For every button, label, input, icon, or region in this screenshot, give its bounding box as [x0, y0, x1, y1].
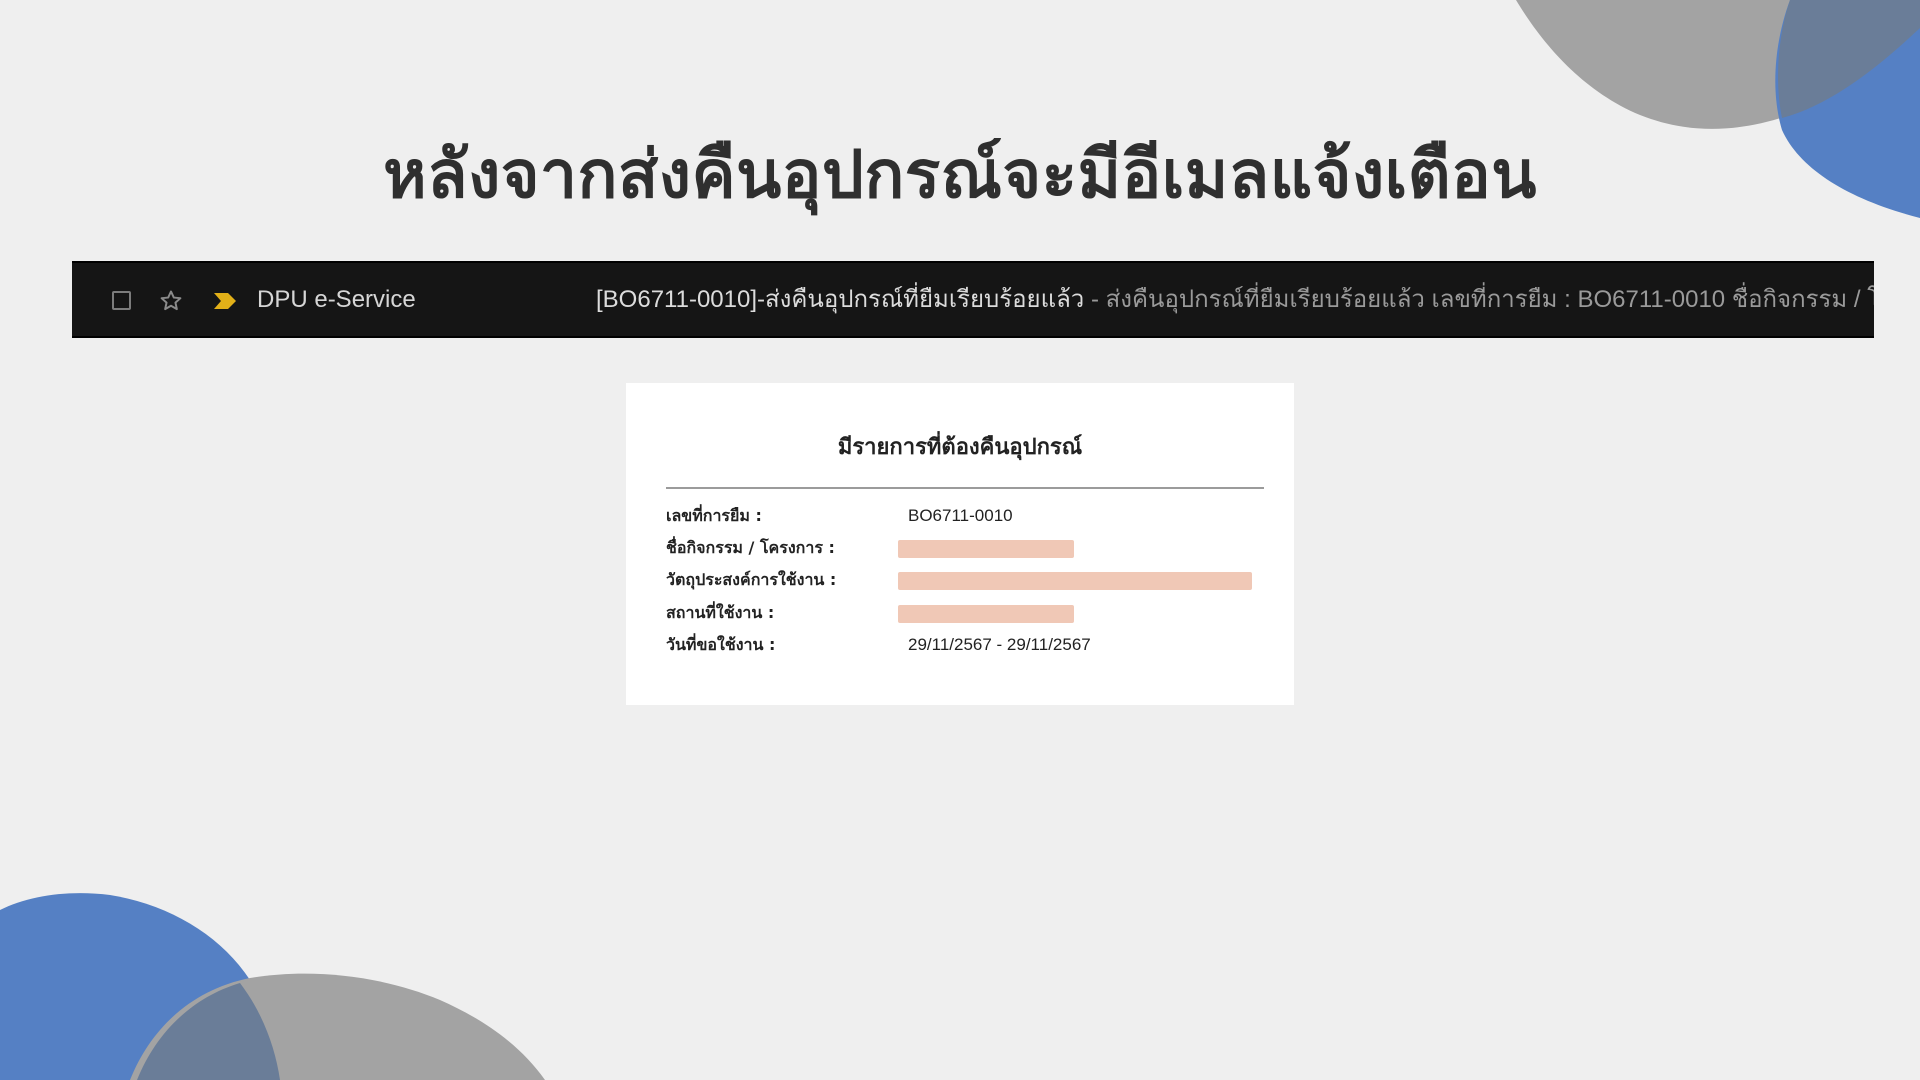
field-value: BO6711-0010 — [908, 506, 1013, 525]
field-value: 29/11/2567 - 29/11/2567 — [908, 635, 1091, 654]
email-subject: [BO6711-0010]-ส่งคืนอุปกรณ์ที่ยืมเรียบร้… — [596, 286, 1085, 313]
field-row-location: สถานที่ใช้งาน : — [666, 599, 1264, 627]
field-row-activity-name: ชื่อกิจกรรม / โครงการ : — [666, 534, 1264, 562]
checkbox-empty-icon[interactable] — [112, 291, 131, 310]
email-subject-snippet[interactable]: [BO6711-0010]-ส่งคืนอุปกรณ์ที่ยืมเรียบร้… — [596, 263, 1874, 336]
field-label: วันที่ขอใช้งาน : — [666, 635, 776, 654]
field-label: วัตถุประสงค์การใช้งาน : — [666, 570, 837, 589]
card-divider — [666, 487, 1264, 489]
email-snippet: ส่งคืนอุปกรณ์ที่ยืมเรียบร้อยแล้ว เลขที่ก… — [1105, 286, 1874, 313]
star-outline-icon[interactable] — [158, 288, 184, 314]
inbox-email-row[interactable]: DPU e-Service [BO6711-0010]-ส่งคืนอุปกรณ… — [72, 261, 1874, 338]
email-sender[interactable]: DPU e-Service — [257, 263, 416, 336]
email-content-card: มีรายการที่ต้องคืนอุปกรณ์ เลขที่การยืม :… — [626, 383, 1294, 705]
field-row-purpose: วัตถุประสงค์การใช้งาน : — [666, 566, 1264, 594]
redaction-mark — [898, 540, 1074, 558]
importance-marker-icon[interactable] — [213, 291, 237, 311]
slide-title: หลังจากส่งคืนอุปกรณ์จะมีอีเมลแจ้งเตือน — [383, 136, 1537, 213]
redaction-mark — [898, 572, 1252, 590]
redaction-mark — [898, 605, 1074, 623]
card-heading: มีรายการที่ต้องคืนอุปกรณ์ — [837, 435, 1083, 460]
field-row-borrow-number: เลขที่การยืม : BO6711-0010 — [666, 502, 1264, 530]
field-label: ชื่อกิจกรรม / โครงการ : — [666, 538, 835, 557]
field-label: สถานที่ใช้งาน : — [666, 603, 775, 622]
field-row-request-date: วันที่ขอใช้งาน : 29/11/2567 - 29/11/2567 — [666, 631, 1264, 659]
email-separator: - — [1084, 286, 1106, 313]
field-label: เลขที่การยืม : — [666, 506, 762, 525]
